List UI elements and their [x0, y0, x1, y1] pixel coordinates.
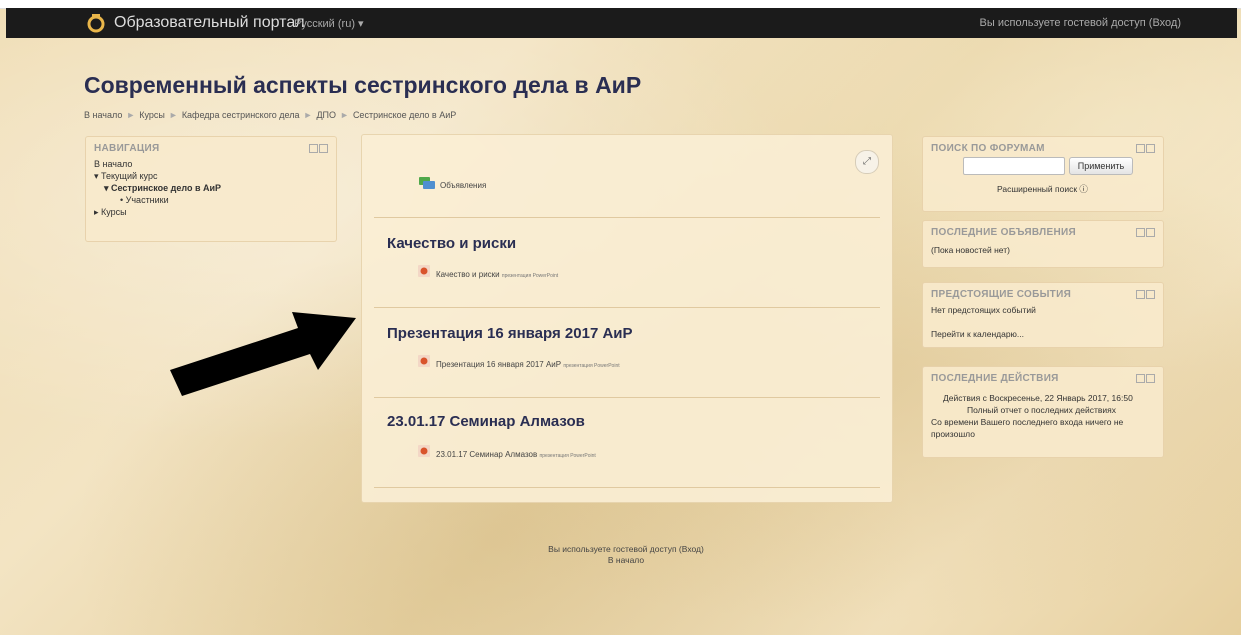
breadcrumb-separator-icon: ►	[168, 110, 178, 120]
activity-name[interactable]: Презентация 16 января 2017 АиР	[436, 360, 561, 369]
dock-icon[interactable]	[309, 144, 318, 153]
dock-icon[interactable]	[1136, 228, 1145, 237]
course-content: ⤢ Объявления Качество и риски Качество и…	[361, 134, 893, 503]
nav-current-course[interactable]: ▾ Текущий курс	[94, 171, 157, 182]
footer-login-info[interactable]: Вы используете гостевой доступ (Вход)	[361, 544, 891, 554]
block-controls[interactable]	[1135, 374, 1155, 385]
full-report-link[interactable]: Полный отчет о последних действиях	[967, 405, 1116, 415]
section-divider	[374, 307, 880, 308]
navigation-block: НАВИГАЦИЯ В начало ▾ Текущий курс ▾ Сест…	[85, 136, 337, 242]
collapse-icon[interactable]	[1146, 144, 1155, 153]
portal-brand-link[interactable]: Образовательный портал	[114, 14, 305, 32]
activity-name[interactable]: Качество и риски	[436, 270, 500, 279]
breadcrumb-separator-icon: ►	[340, 110, 349, 120]
latest-news-title: ПОСЛЕДНИЕ ОБЪЯВЛЕНИЯ	[931, 227, 1076, 238]
portal-logo-icon[interactable]	[86, 13, 106, 33]
recent-activity-block: ПОСЛЕДНИЕ ДЕЙСТВИЯ Действия с Воскресень…	[922, 366, 1164, 458]
collapse-icon[interactable]	[319, 144, 328, 153]
block-controls[interactable]	[1135, 290, 1155, 301]
powerpoint-icon	[418, 445, 430, 457]
page-title: Современный аспекты сестринского дела в …	[84, 72, 642, 98]
login-info[interactable]: Вы используете гостевой доступ (Вход)	[980, 17, 1181, 29]
no-activity-text-cont: произошло	[931, 429, 975, 439]
breadcrumb-department[interactable]: Кафедра сестринского дела	[182, 110, 300, 120]
advanced-search-link[interactable]: Расширенный поиск ⓘ	[997, 183, 1088, 195]
breadcrumb-course[interactable]: Сестринское дело в АиР	[353, 110, 456, 120]
section-divider	[374, 397, 880, 398]
collapse-icon[interactable]	[1146, 290, 1155, 299]
forum-icon	[419, 177, 435, 189]
footer-home-link[interactable]: В начало	[361, 555, 891, 565]
nav-participants[interactable]: • Участники	[120, 195, 169, 205]
no-events-text: Нет предстоящих событий	[931, 305, 1036, 315]
breadcrumb-home[interactable]: В начало	[84, 110, 122, 120]
recent-activity-title: ПОСЛЕДНИЕ ДЕЙСТВИЯ	[931, 373, 1059, 384]
block-controls[interactable]	[1135, 144, 1155, 155]
calendar-link[interactable]: Перейти к календарю...	[931, 329, 1024, 339]
section-title: Качество и риски	[387, 235, 517, 252]
breadcrumb-separator-icon: ►	[303, 110, 313, 120]
powerpoint-icon	[418, 265, 430, 277]
dock-icon[interactable]	[1136, 144, 1145, 153]
block-controls[interactable]	[1135, 228, 1155, 239]
expand-icon[interactable]: ⤢	[855, 150, 879, 174]
collapse-icon[interactable]	[1146, 228, 1155, 237]
breadcrumb: В начало ► Курсы ► Кафедра сестринского дела…	[84, 110, 456, 120]
breadcrumb-separator-icon: ►	[126, 110, 136, 120]
navigation-block-title: НАВИГАЦИЯ	[94, 143, 160, 154]
dock-icon[interactable]	[1136, 290, 1145, 299]
forum-search-block: ПОИСК ПО ФОРУМАМ Применить Расширенный п…	[922, 136, 1164, 212]
nav-courses[interactable]: ▸ Курсы	[94, 207, 127, 218]
activity-name[interactable]: 23.01.17 Семинар Алмазов	[436, 450, 537, 459]
top-navbar: Образовательный портал Русский (ru) ▾ Вы…	[6, 8, 1237, 38]
no-activity-text: Со времени Вашего последнего входа ничег…	[931, 417, 1124, 427]
section-divider	[374, 487, 880, 488]
activity-link[interactable]: Презентация 16 января 2017 АиР презентац…	[436, 360, 620, 369]
section-title: 23.01.17 Семинар Алмазов	[387, 413, 585, 430]
dock-icon[interactable]	[1136, 374, 1145, 383]
breadcrumb-courses[interactable]: Курсы	[139, 110, 165, 120]
apply-button[interactable]: Применить	[1069, 157, 1133, 175]
block-controls[interactable]	[308, 144, 328, 155]
forum-search-input[interactable]	[963, 157, 1065, 175]
section-divider	[374, 217, 880, 218]
forum-search-title: ПОИСК ПО ФОРУМАМ	[931, 143, 1045, 154]
activity-type: презентация PowerPoint	[539, 453, 596, 459]
activity-type: презентация PowerPoint	[563, 363, 620, 369]
activity-link[interactable]: 23.01.17 Семинар Алмазов презентация Pow…	[436, 450, 596, 459]
activity-since-text: Действия с Воскресенье, 22 Январь 2017, …	[943, 393, 1133, 403]
nav-home[interactable]: В начало	[94, 159, 132, 169]
no-news-text: (Пока новостей нет)	[931, 245, 1010, 255]
activity-link[interactable]: Качество и риски презентация PowerPoint	[436, 270, 558, 279]
upcoming-events-block: ПРЕДСТОЯЩИЕ СОБЫТИЯ Нет предстоящих собы…	[922, 282, 1164, 348]
upcoming-events-title: ПРЕДСТОЯЩИЕ СОБЫТИЯ	[931, 289, 1072, 300]
nav-course-nursing[interactable]: ▾ Сестринское дело в АиР	[104, 183, 221, 194]
breadcrumb-dpo[interactable]: ДПО	[316, 110, 336, 120]
powerpoint-icon	[418, 355, 430, 367]
section-title: Презентация 16 января 2017 АиР	[387, 325, 633, 342]
latest-news-block: ПОСЛЕДНИЕ ОБЪЯВЛЕНИЯ (Пока новостей нет)	[922, 220, 1164, 268]
collapse-icon[interactable]	[1146, 374, 1155, 383]
announcements-link[interactable]: Объявления	[440, 181, 486, 190]
page-footer: Вы используете гостевой доступ (Вход) В …	[361, 544, 891, 566]
activity-type: презентация PowerPoint	[501, 273, 559, 279]
arrow-annotation-icon	[170, 312, 356, 396]
language-menu[interactable]: Русский (ru) ▾	[294, 17, 364, 30]
